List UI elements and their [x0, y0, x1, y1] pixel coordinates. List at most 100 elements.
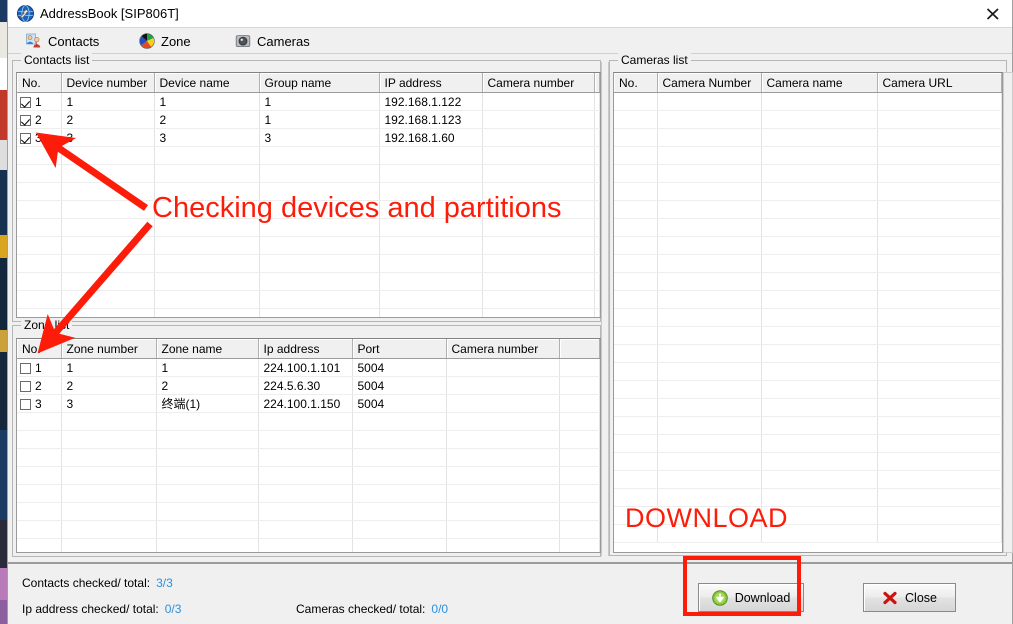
toolbar-item-zone[interactable]: Zone [139, 31, 191, 51]
contacts-checked-value: 3/3 [156, 576, 173, 590]
table-row-empty [614, 506, 1002, 525]
zone-col-no[interactable]: No. [17, 339, 62, 359]
table-row[interactable]: 3 3 终端(1) 224.100.1.150 5004 [17, 394, 600, 413]
cameras-col-camera-name[interactable]: Camera name [761, 73, 878, 93]
contacts-row-no[interactable]: 3 [17, 128, 62, 147]
table-row-empty [614, 218, 1002, 237]
cell-camera-number [482, 92, 595, 111]
cell-zone-name: 终端(1) [156, 394, 259, 413]
toolbar: Contacts Zone Cameras [8, 28, 1012, 54]
cell-ip-address: 224.5.6.30 [258, 376, 353, 395]
table-row[interactable]: 2 2 2 1 192.168.1.123 [17, 110, 600, 129]
cell-camera-number [446, 358, 560, 377]
zone-row-no[interactable]: 2 [17, 376, 62, 395]
table-row-empty [614, 182, 1002, 201]
zone-row-no[interactable]: 1 [17, 358, 62, 377]
table-row[interactable]: 1 1 1 224.100.1.101 5004 [17, 358, 600, 377]
row-checkbox[interactable] [20, 380, 31, 392]
table-row-empty [614, 200, 1002, 219]
contacts-checked-status: Contacts checked/ total: 3/3 [22, 576, 173, 590]
cameras-table-wrap[interactable]: No. Camera Number Camera name Camera URL [613, 72, 1003, 553]
cell-device-number: 1 [61, 92, 155, 111]
zone-list-legend: Zone list [21, 318, 73, 332]
camera-lens-icon [235, 33, 251, 49]
cell-zone-name: 2 [156, 376, 259, 395]
row-checkbox[interactable] [20, 398, 31, 410]
cell-device-name: 1 [154, 92, 260, 111]
contacts-col-camera-number[interactable]: Camera number [482, 73, 595, 93]
contacts-col-ip-address[interactable]: IP address [379, 73, 483, 93]
table-row-empty [614, 254, 1002, 273]
zone-col-spacer[interactable] [559, 339, 600, 359]
cameras-vertical-scrollbar[interactable] [1003, 72, 1013, 553]
table-row-empty [614, 524, 1002, 543]
table-row-empty [614, 110, 1002, 129]
close-button[interactable]: Close [863, 583, 956, 612]
table-row-empty [614, 416, 1002, 435]
cameras-checked-value: 0/0 [431, 602, 449, 616]
zone-col-camera-number[interactable]: Camera number [446, 339, 560, 359]
zone-color-wheel-icon [139, 33, 155, 49]
contacts-row-no[interactable]: 2 [17, 110, 62, 129]
cameras-col-camera-url[interactable]: Camera URL [877, 73, 1002, 93]
row-checkbox[interactable] [20, 362, 31, 374]
cameras-checked-status: Cameras checked/ total: 0/0 [296, 602, 448, 616]
row-checkbox[interactable] [20, 96, 31, 108]
row-index: 1 [35, 360, 42, 375]
table-row-empty [614, 326, 1002, 345]
contacts-row-no[interactable]: 1 [17, 92, 62, 111]
cameras-col-camera-number[interactable]: Camera Number [657, 73, 762, 93]
table-row-empty [614, 380, 1002, 399]
cell-device-number: 2 [61, 110, 155, 129]
row-checkbox[interactable] [20, 132, 31, 144]
table-row-empty [17, 448, 600, 467]
zone-table-body: 1 1 1 224.100.1.101 5004 2 2 2 224.5.6.3… [17, 358, 600, 552]
table-row-empty [614, 488, 1002, 507]
table-row-empty [614, 470, 1002, 489]
red-x-icon [882, 590, 898, 606]
table-row-empty [17, 430, 600, 449]
cameras-list-legend: Cameras list [618, 53, 691, 67]
zone-table-wrap[interactable]: No. Zone number Zone name Ip address Por… [16, 338, 601, 553]
table-row-empty [614, 362, 1002, 381]
cameras-table: No. Camera Number Camera name Camera URL [614, 73, 1002, 543]
row-index: 2 [35, 112, 42, 127]
contacts-checked-label: Contacts checked/ total: [22, 576, 151, 590]
zone-row-no[interactable]: 3 [17, 394, 62, 413]
download-button-label: Download [734, 590, 791, 605]
close-icon[interactable] [982, 4, 1004, 24]
row-index: 2 [35, 378, 42, 393]
cell-port: 5004 [352, 358, 447, 377]
zone-col-ip-address[interactable]: Ip address [258, 339, 353, 359]
contacts-col-device-name[interactable]: Device name [154, 73, 260, 93]
contacts-col-spacer[interactable] [594, 73, 600, 93]
contacts-people-icon [26, 33, 42, 49]
contacts-table-wrap[interactable]: No. Device number Device name Group name… [16, 72, 601, 318]
zone-col-zone-name[interactable]: Zone name [156, 339, 259, 359]
cell-spacer [559, 394, 600, 413]
table-row-empty [17, 200, 600, 219]
cell-device-number: 3 [61, 128, 155, 147]
zone-col-port[interactable]: Port [352, 339, 447, 359]
title-bar: AddressBook [SIP806T] [8, 0, 1012, 28]
table-row-empty [17, 520, 600, 539]
table-row[interactable]: 3 3 3 3 192.168.1.60 [17, 128, 600, 147]
cameras-col-no[interactable]: No. [614, 73, 658, 93]
contacts-col-no[interactable]: No. [17, 73, 62, 93]
table-row[interactable]: 2 2 2 224.5.6.30 5004 [17, 376, 600, 395]
contacts-col-device-number[interactable]: Device number [61, 73, 155, 93]
download-button[interactable]: Download [698, 583, 804, 612]
cell-camera-number [482, 110, 595, 129]
toolbar-item-contacts[interactable]: Contacts [26, 31, 99, 51]
table-row-empty [17, 254, 600, 273]
table-row[interactable]: 1 1 1 1 192.168.1.122 [17, 92, 600, 111]
zone-col-zone-number[interactable]: Zone number [61, 339, 157, 359]
toolbar-item-cameras[interactable]: Cameras [235, 31, 310, 51]
contacts-table-body: 1 1 1 1 192.168.1.122 2 2 2 1 192.168.1.… [17, 92, 600, 317]
row-checkbox[interactable] [20, 114, 31, 126]
panel-splitter[interactable] [601, 62, 609, 556]
contacts-table-header-row: No. Device number Device name Group name… [17, 73, 600, 93]
cameras-col-spacer[interactable] [1001, 73, 1002, 93]
contacts-col-group-name[interactable]: Group name [259, 73, 380, 93]
ip-checked-label: Ip address checked/ total: [22, 602, 159, 616]
